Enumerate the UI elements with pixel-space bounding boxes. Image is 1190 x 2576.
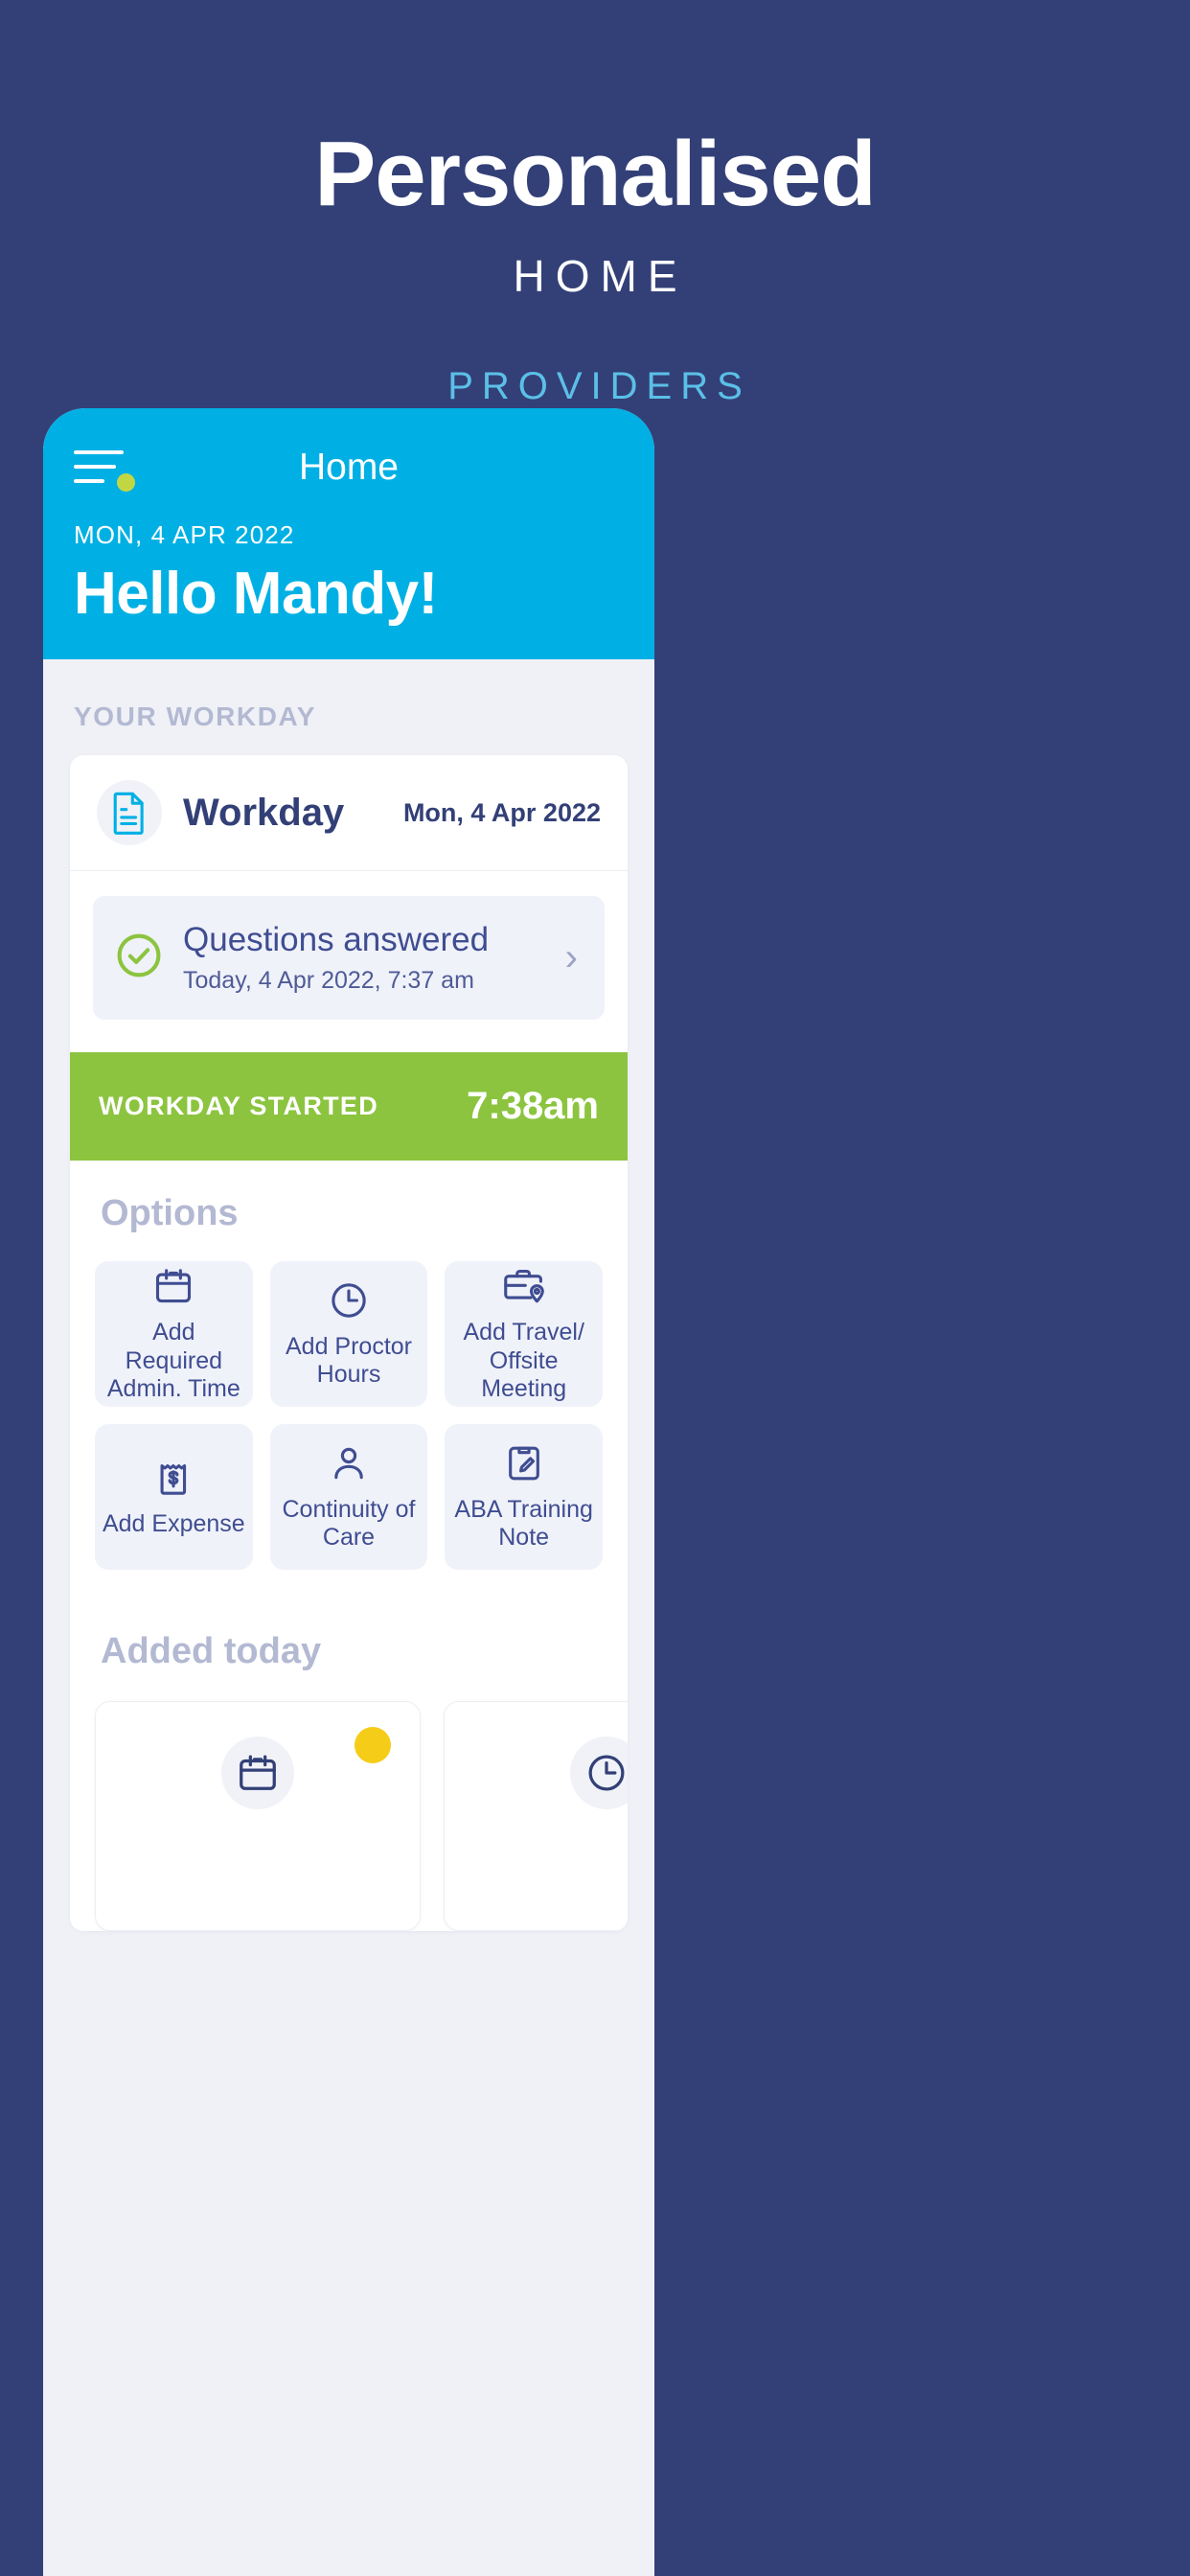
option-continuity-of-care[interactable]: Continuity of Care [269,1424,428,1571]
app-header: Home MON, 4 APR 2022 Hello Mandy! [43,408,654,660]
added-today-title: Added today [101,1631,322,1672]
added-today-card-calendar[interactable] [95,1701,421,1932]
promo-subtitle: HOME [513,250,688,301]
workday-card-date: Mon, 4 Apr 2022 [402,797,601,827]
option-aba-training-note[interactable]: ABA Training Note [445,1424,603,1571]
header-date: MON, 4 APR 2022 [74,520,295,549]
options-grid: Add Required Admin. Time Add Proctor Hou… [95,1261,603,1571]
menu-bar-2 [74,465,116,469]
hamburger-menu-icon[interactable] [74,450,135,492]
option-label: ABA Training Note [454,1495,593,1552]
option-label: Add Expense [102,1509,245,1537]
workday-started-banner: WORKDAY STARTED 7:38am [70,1052,628,1162]
option-label: Add Proctor Hours [285,1332,412,1389]
clock-icon [570,1736,628,1810]
added-today-row[interactable] [95,1701,628,1932]
status-badge [355,1727,391,1764]
menu-bar-3 [74,479,104,483]
promo-tag: PROVIDERS [447,364,751,407]
menu-bar-1 [74,450,124,454]
workday-card-title: Workday [183,791,345,834]
option-label: Add Travel/ Offsite Meeting [463,1319,584,1403]
options-title: Options [101,1193,239,1234]
option-label: Continuity of Care [282,1495,416,1552]
check-circle-icon [114,931,164,985]
your-workday-label: YOUR WORKDAY [74,702,317,732]
calendar-icon [221,1736,294,1810]
promo-header: Personalised HOME PROVIDERS [0,0,1190,408]
workday-started-time: 7:38am [467,1085,599,1128]
workday-started-label: WORKDAY STARTED [99,1092,379,1121]
phone-mockup: Home MON, 4 APR 2022 Hello Mandy! YOUR W… [43,408,654,2576]
option-add-required-admin-time[interactable]: Add Required Admin. Time [95,1261,253,1408]
added-today-card-clock[interactable] [444,1701,628,1932]
questions-answered-subtitle: Today, 4 Apr 2022, 7:37 am [183,967,474,995]
nav-title: Home [298,447,400,488]
workday-status-wrap: Questions answered Today, 4 Apr 2022, 7:… [70,871,628,1052]
calendar-icon [152,1265,195,1307]
person-icon [328,1442,370,1484]
nav-bar: Home [74,443,624,493]
questions-answered-row[interactable]: Questions answered Today, 4 Apr 2022, 7:… [93,896,605,1021]
questions-answered-texts: Questions answered Today, 4 Apr 2022, 7:… [183,921,565,995]
option-add-expense[interactable]: Add Expense [95,1424,253,1571]
travel-pin-icon [501,1265,547,1307]
promo-title: Personalised [314,123,877,225]
options-section: Options Add Required Admin. Time Add Pro… [70,1161,628,1599]
workday-card-header: Workday Mon, 4 Apr 2022 [70,755,628,872]
questions-answered-title: Questions answered [183,921,490,959]
clock-icon [328,1279,370,1322]
option-label: Add Required Admin. Time [106,1319,240,1403]
note-edit-icon [503,1442,545,1484]
menu-badge-dot [117,473,135,492]
option-add-proctor-hours[interactable]: Add Proctor Hours [269,1261,428,1408]
receipt-dollar-icon [152,1457,195,1499]
workday-card: Workday Mon, 4 Apr 2022 Questions answer… [70,755,628,1932]
added-today-section: Added today [70,1598,628,1932]
document-icon [97,780,162,846]
option-add-travel-offsite-meeting[interactable]: Add Travel/ Offsite Meeting [445,1261,603,1408]
header-greeting: Hello Mandy! [74,561,438,627]
chevron-right-icon[interactable]: › [565,936,584,979]
